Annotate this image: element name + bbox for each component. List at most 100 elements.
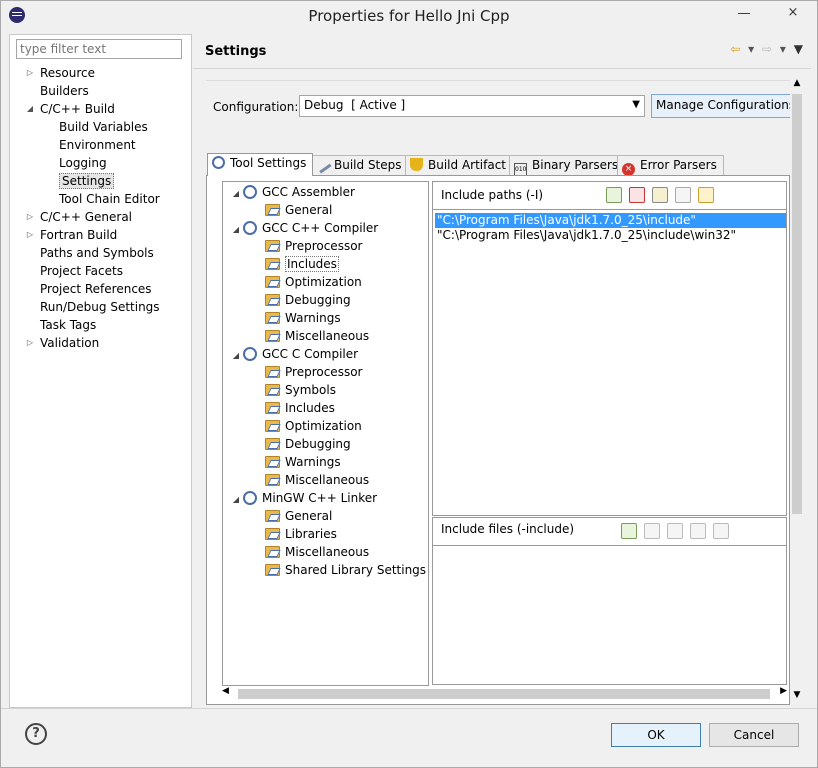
back-arrow-icon[interactable]: ⇦ <box>730 42 740 56</box>
add-icon[interactable] <box>606 187 622 203</box>
tab-label: Build Artifact <box>428 158 506 172</box>
sidebar-item[interactable]: Project References <box>40 280 152 298</box>
scroll-thumb[interactable] <box>238 689 770 699</box>
sidebar-item[interactable]: Settings <box>59 172 115 190</box>
list-item[interactable]: "C:\Program Files\Java\jdk1.7.0_25\inclu… <box>435 213 786 228</box>
minimize-icon[interactable]: — <box>733 7 755 23</box>
sidebar-item[interactable]: Paths and Symbols <box>40 244 154 262</box>
scroll-left-icon[interactable]: ◀ <box>222 686 229 696</box>
scroll-up-icon[interactable]: ▲ <box>790 78 804 88</box>
manage-configurations-button[interactable]: Manage Configurations... <box>651 94 793 118</box>
sidebar-item[interactable]: Build Variables <box>59 118 148 136</box>
filter-input[interactable] <box>16 39 182 59</box>
tree-node-label: MinGW C++ Linker <box>262 491 378 505</box>
expand-arrow-icon[interactable]: ▷ <box>25 64 35 82</box>
tree-node-label: General <box>285 509 333 523</box>
tab-build-steps[interactable]: Build Steps <box>311 155 409 175</box>
tab-error-parsers[interactable]: × Error Parsers <box>617 155 724 176</box>
collapse-arrow-icon[interactable]: ◢ <box>229 185 243 203</box>
forward-arrow-icon[interactable]: ⇨ <box>762 42 772 56</box>
tree-node-label: GCC C Compiler <box>262 347 359 361</box>
configuration-bar: Configuration: Debug [ Active ] ▼ Manage… <box>206 80 793 146</box>
tree-node-label: Miscellaneous <box>285 545 370 559</box>
option-node[interactable]: Symbols <box>265 381 336 399</box>
view-menu-icon[interactable]: ▼ <box>794 42 803 56</box>
option-node[interactable]: Includes <box>265 255 339 273</box>
ok-button[interactable]: OK <box>611 723 701 747</box>
sidebar-item[interactable]: Tool Chain Editor <box>59 190 160 208</box>
list-item[interactable]: "C:\Program Files\Java\jdk1.7.0_25\inclu… <box>435 228 786 243</box>
option-node[interactable]: General <box>265 201 332 219</box>
option-node[interactable]: Miscellaneous <box>265 543 369 561</box>
scroll-thumb[interactable] <box>792 94 802 514</box>
sidebar-item[interactable]: Project Facets <box>40 262 123 280</box>
sidebar-item[interactable]: ▷ Resource <box>27 64 95 82</box>
tree-node-label: Debugging <box>285 293 351 307</box>
sidebar-item-label: Settings <box>59 173 115 189</box>
tree-node-label: General <box>285 203 333 217</box>
option-node[interactable]: General <box>265 507 332 525</box>
option-node[interactable]: Shared Library Settings <box>265 561 426 579</box>
tool-node[interactable]: ◢ MinGW C++ Linker <box>229 489 377 507</box>
chevron-down-icon: ▼ <box>632 99 640 110</box>
collapse-arrow-icon[interactable]: ◢ <box>229 221 243 239</box>
sidebar-item[interactable]: Logging <box>59 154 107 172</box>
sidebar-item[interactable]: Builders <box>40 82 89 100</box>
option-node[interactable]: Warnings <box>265 453 341 471</box>
sidebar-item[interactable]: Environment <box>59 136 136 154</box>
vertical-scrollbar[interactable]: ▲ ▼ <box>790 78 804 700</box>
sidebar-item[interactable]: ◢ C/C++ Build <box>27 100 115 118</box>
collapse-arrow-icon[interactable]: ◢ <box>229 347 243 365</box>
sidebar-item[interactable]: Task Tags <box>40 316 96 334</box>
option-node[interactable]: Optimization <box>265 273 362 291</box>
sidebar-item[interactable]: Run/Debug Settings <box>40 298 160 316</box>
option-node[interactable]: Libraries <box>265 525 337 543</box>
tool-node[interactable]: ◢ GCC C++ Compiler <box>229 219 378 237</box>
collapse-arrow-icon[interactable]: ◢ <box>25 100 35 118</box>
help-icon[interactable]: ? <box>25 723 47 745</box>
option-node[interactable]: Debugging <box>265 435 351 453</box>
scroll-right-icon[interactable]: ▶ <box>780 686 787 696</box>
sidebar-item-label: Project References <box>40 282 152 296</box>
cancel-button[interactable]: Cancel <box>709 723 799 747</box>
delete-icon[interactable] <box>629 187 645 203</box>
collapse-arrow-icon[interactable]: ◢ <box>229 491 243 509</box>
back-menu-chevron-icon[interactable]: ▾ <box>748 42 754 56</box>
tab-tool-settings[interactable]: Tool Settings <box>207 153 314 176</box>
move-up-icon[interactable] <box>675 187 691 203</box>
option-node[interactable]: Debugging <box>265 291 351 309</box>
configuration-select[interactable]: Debug [ Active ] ▼ <box>299 95 645 117</box>
tool-node[interactable]: ◢ GCC C Compiler <box>229 345 358 363</box>
sidebar-item[interactable]: ▷ C/C++ General <box>27 208 132 226</box>
forward-menu-chevron-icon[interactable]: ▾ <box>780 42 786 56</box>
option-node[interactable]: Preprocessor <box>265 363 362 381</box>
scroll-down-icon[interactable]: ▼ <box>790 690 804 700</box>
tab-build-artifact[interactable]: Build Artifact <box>405 155 513 175</box>
option-node[interactable]: Miscellaneous <box>265 327 369 345</box>
include-files-toolbar <box>621 523 736 539</box>
sidebar-item-label: Fortran Build <box>40 228 118 242</box>
option-node[interactable]: Warnings <box>265 309 341 327</box>
expand-arrow-icon[interactable]: ▷ <box>25 334 35 352</box>
option-node[interactable]: Miscellaneous <box>265 471 369 489</box>
close-icon[interactable]: × <box>781 6 805 24</box>
option-folder-icon <box>265 438 280 450</box>
include-paths-list: "C:\Program Files\Java\jdk1.7.0_25\inclu… <box>435 213 786 243</box>
horizontal-scrollbar[interactable]: ◀ ▶ <box>222 686 787 702</box>
expand-arrow-icon[interactable]: ▷ <box>25 208 35 226</box>
option-node[interactable]: Preprocessor <box>265 237 362 255</box>
expand-arrow-icon[interactable]: ▷ <box>25 226 35 244</box>
sidebar-item[interactable]: ▷ Validation <box>27 334 99 352</box>
edit-icon[interactable] <box>652 187 668 203</box>
option-folder-icon <box>265 474 280 486</box>
option-node[interactable]: Optimization <box>265 417 362 435</box>
sidebar-item-label: Task Tags <box>40 318 97 332</box>
sidebar-item[interactable]: ▷ Fortran Build <box>27 226 118 244</box>
tab-binary-parsers[interactable]: 010 Binary Parsers <box>509 155 626 176</box>
move-down-icon[interactable] <box>698 187 714 203</box>
tool-gear-icon <box>243 185 257 199</box>
option-node[interactable]: Includes <box>265 399 335 417</box>
tool-node[interactable]: ◢ GCC Assembler <box>229 183 355 201</box>
add-icon[interactable] <box>621 523 637 539</box>
include-paths-header: Include paths (-I) <box>433 182 786 210</box>
